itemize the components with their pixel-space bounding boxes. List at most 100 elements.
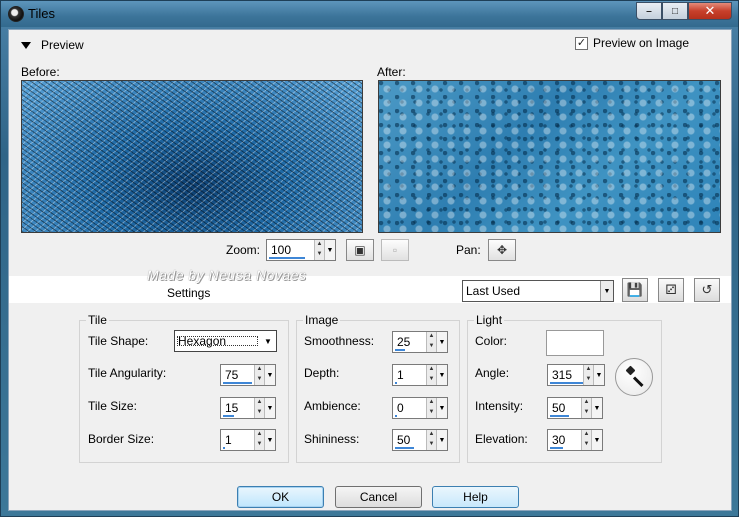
close-button[interactable]: ✕ xyxy=(688,2,732,20)
spin-up-icon[interactable]: ▲ xyxy=(255,365,264,375)
minimize-button[interactable]: ⎯ xyxy=(636,2,662,20)
tile-angularity-arrows[interactable]: ▲ ▼ xyxy=(254,365,264,385)
chevron-down-icon[interactable]: ▼ xyxy=(600,281,613,301)
spin-down-icon[interactable]: ▼ xyxy=(427,375,436,385)
zoom-stepper[interactable]: 100 ▲ ▼ ▼ xyxy=(266,239,336,261)
ambience-value[interactable]: 0 xyxy=(393,398,426,418)
spin-up-icon[interactable]: ▲ xyxy=(584,365,593,375)
spin-up-icon[interactable]: ▲ xyxy=(255,430,264,440)
zoom-to-fit-button[interactable]: ▣ xyxy=(346,239,374,261)
slider-popup-icon[interactable]: ▼ xyxy=(591,398,602,418)
spin-down-icon[interactable]: ▼ xyxy=(427,342,436,352)
ambience-arrows[interactable]: ▲ ▼ xyxy=(426,398,436,418)
smoothness-value[interactable]: 25 xyxy=(393,332,426,352)
shininess-stepper[interactable]: 50 ▲ ▼ ▼ xyxy=(392,429,448,451)
border-size-value[interactable]: 1 xyxy=(221,430,254,450)
tile-size-arrows[interactable]: ▲ ▼ xyxy=(254,398,264,418)
tile-shape-select[interactable]: Hexagon ▼ xyxy=(174,330,277,352)
slider-popup-icon[interactable]: ▼ xyxy=(436,430,447,450)
spin-down-icon[interactable]: ▼ xyxy=(584,375,593,385)
spin-down-icon[interactable]: ▼ xyxy=(255,440,264,450)
spin-up-icon[interactable]: ▲ xyxy=(427,430,436,440)
border-size-stepper[interactable]: 1 ▲ ▼ ▼ xyxy=(220,429,276,451)
tile-angularity-text: 75 xyxy=(225,368,239,382)
shininess-value[interactable]: 50 xyxy=(393,430,426,450)
spin-down-icon[interactable]: ▼ xyxy=(315,250,324,260)
ok-button[interactable]: OK xyxy=(237,486,324,508)
intensity-value[interactable]: 50 xyxy=(548,398,581,418)
title-bar[interactable]: Tiles ⎯ □ ✕ xyxy=(1,1,738,27)
chevron-down-icon[interactable]: ▼ xyxy=(260,337,276,346)
zoom-value[interactable]: 100 xyxy=(267,240,314,260)
spin-up-icon[interactable]: ▲ xyxy=(315,240,324,250)
slider-popup-icon[interactable]: ▼ xyxy=(591,430,602,450)
spin-up-icon[interactable]: ▲ xyxy=(582,430,591,440)
ambience-stepper[interactable]: 0 ▲ ▼ ▼ xyxy=(392,397,448,419)
spin-up-icon[interactable]: ▲ xyxy=(427,398,436,408)
spin-down-icon[interactable]: ▼ xyxy=(427,408,436,418)
zoom-arrows[interactable]: ▲ ▼ xyxy=(314,240,324,260)
slider-popup-icon[interactable]: ▼ xyxy=(264,365,275,385)
maximize-button[interactable]: □ xyxy=(662,2,688,20)
spin-up-icon[interactable]: ▲ xyxy=(582,398,591,408)
spin-down-icon[interactable]: ▼ xyxy=(255,375,264,385)
after-preview-pane[interactable] xyxy=(378,80,721,233)
intensity-bar xyxy=(550,415,569,417)
intensity-stepper[interactable]: 50 ▲ ▼ ▼ xyxy=(547,397,603,419)
intensity-arrows[interactable]: ▲ ▼ xyxy=(581,398,591,418)
depth-label: Depth: xyxy=(304,366,340,380)
reset-button[interactable]: ↺ xyxy=(694,278,720,302)
smoothness-stepper[interactable]: 25 ▲ ▼ ▼ xyxy=(392,331,448,353)
tile-size-stepper[interactable]: 15 ▲ ▼ ▼ xyxy=(220,397,276,419)
tile-angularity-stepper[interactable]: 75 ▲ ▼ ▼ xyxy=(220,364,276,386)
before-preview-pane[interactable] xyxy=(21,80,363,233)
settings-label: Settings xyxy=(167,286,211,300)
help-button[interactable]: Help xyxy=(432,486,519,508)
slider-popup-icon[interactable]: ▼ xyxy=(436,365,447,385)
randomize-button[interactable]: ⚂ xyxy=(658,278,684,302)
preset-select[interactable]: Last Used ▼ xyxy=(462,280,614,302)
angle-stepper[interactable]: 315 ▲ ▼ ▼ xyxy=(547,364,605,386)
tile-size-value[interactable]: 15 xyxy=(221,398,254,418)
zoom-dropdown-icon[interactable]: ▼ xyxy=(324,240,335,260)
angle-bar xyxy=(550,382,583,384)
slider-popup-icon[interactable]: ▼ xyxy=(436,398,447,418)
slider-popup-icon[interactable]: ▼ xyxy=(264,430,275,450)
preview-on-image-option[interactable]: ✓ Preview on Image xyxy=(574,36,689,50)
preview-toggle[interactable]: Preview xyxy=(21,38,84,52)
cancel-button[interactable]: Cancel xyxy=(335,486,422,508)
slider-popup-icon[interactable]: ▼ xyxy=(436,332,447,352)
smoothness-arrows[interactable]: ▲ ▼ xyxy=(426,332,436,352)
slider-popup-icon[interactable]: ▼ xyxy=(264,398,275,418)
spin-down-icon[interactable]: ▼ xyxy=(582,440,591,450)
preview-toggle-label: Preview xyxy=(41,38,84,52)
border-size-arrows[interactable]: ▲ ▼ xyxy=(254,430,264,450)
depth-value[interactable]: 1 xyxy=(393,365,426,385)
depth-stepper[interactable]: 1 ▲ ▼ ▼ xyxy=(392,364,448,386)
light-angle-dial[interactable] xyxy=(615,358,653,396)
save-preset-button[interactable]: 💾 xyxy=(622,278,648,302)
spin-down-icon[interactable]: ▼ xyxy=(427,440,436,450)
spin-down-icon[interactable]: ▼ xyxy=(255,408,264,418)
pan-button[interactable]: ✥ xyxy=(488,239,516,261)
light-color-swatch[interactable] xyxy=(546,330,604,356)
tile-angularity-value[interactable]: 75 xyxy=(221,365,254,385)
elevation-value[interactable]: 30 xyxy=(548,430,581,450)
shininess-arrows[interactable]: ▲ ▼ xyxy=(426,430,436,450)
spin-down-icon[interactable]: ▼ xyxy=(582,408,591,418)
light-group-title: Light xyxy=(474,313,505,327)
preview-on-image-checkbox[interactable]: ✓ xyxy=(574,36,588,50)
slider-popup-icon[interactable]: ▼ xyxy=(593,365,604,385)
spin-up-icon[interactable]: ▲ xyxy=(255,398,264,408)
elevation-arrows[interactable]: ▲ ▼ xyxy=(581,430,591,450)
spin-up-icon[interactable]: ▲ xyxy=(427,332,436,342)
zoom-actual-size-button[interactable]: ▫ xyxy=(381,239,409,261)
depth-arrows[interactable]: ▲ ▼ xyxy=(426,365,436,385)
elevation-stepper[interactable]: 30 ▲ ▼ ▼ xyxy=(547,429,603,451)
angle-value[interactable]: 315 xyxy=(548,365,583,385)
collapse-triangle-icon xyxy=(21,41,31,49)
angle-arrows[interactable]: ▲ ▼ xyxy=(583,365,593,385)
dial-knob-icon[interactable] xyxy=(625,365,636,376)
spin-up-icon[interactable]: ▲ xyxy=(427,365,436,375)
tile-size-bar xyxy=(223,415,234,417)
